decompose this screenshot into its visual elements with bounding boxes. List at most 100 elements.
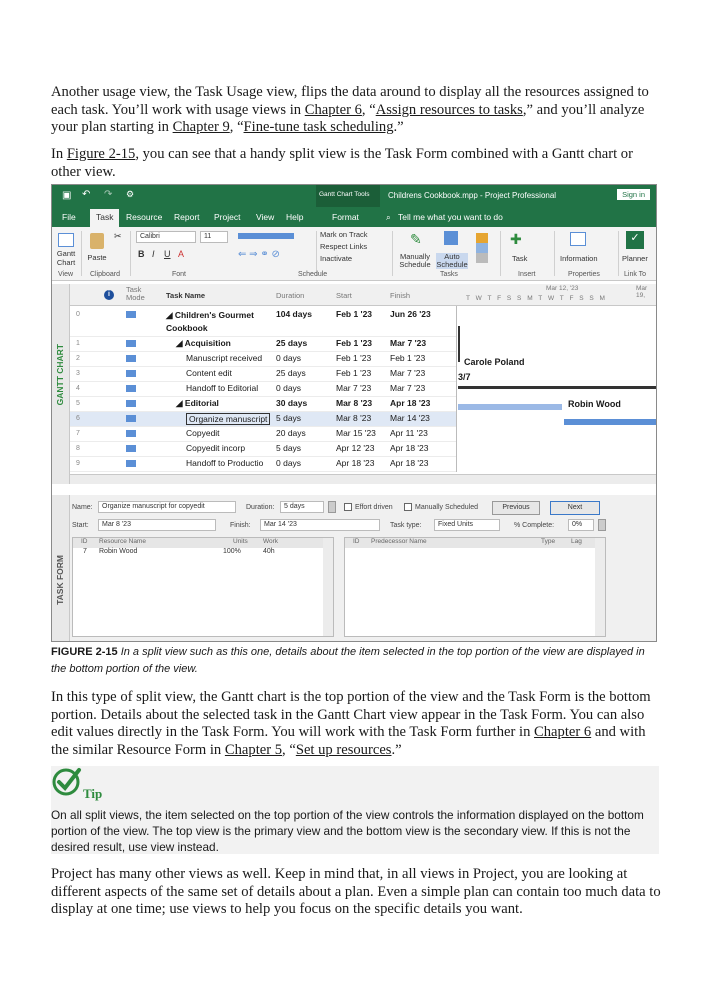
task-name[interactable]: Copyedit bbox=[186, 428, 220, 438]
task-duration[interactable]: 30 days bbox=[276, 398, 307, 408]
task-finish[interactable]: Mar 14 '23 bbox=[390, 413, 430, 423]
respect-links-button[interactable]: Respect Links bbox=[320, 242, 367, 251]
cut-icon[interactable]: ✂ bbox=[114, 231, 122, 242]
task-name[interactable]: Handoff to Productio bbox=[186, 458, 263, 468]
task-finish[interactable]: Mar 7 '23 bbox=[390, 383, 425, 393]
task-start[interactable]: Feb 1 '23 bbox=[336, 309, 372, 319]
task-finish[interactable]: Apr 18 '23 bbox=[390, 398, 430, 408]
sign-in-button[interactable]: Sign in bbox=[617, 189, 650, 200]
task-finish[interactable]: Jun 26 '23 bbox=[390, 309, 431, 319]
redo-icon[interactable]: ↷ bbox=[104, 189, 112, 200]
underline-icon[interactable]: U bbox=[164, 249, 171, 259]
link-figure-2-15[interactable]: Figure 2-15 bbox=[67, 146, 136, 162]
next-button[interactable]: Next bbox=[550, 501, 600, 515]
col-finish[interactable]: Finish bbox=[390, 291, 410, 300]
task-name[interactable]: Handoff to Editorial bbox=[186, 383, 258, 393]
task-name[interactable]: Organize manuscript bbox=[186, 413, 271, 425]
task-start[interactable]: Mar 7 '23 bbox=[336, 383, 371, 393]
italic-icon[interactable]: I bbox=[152, 249, 155, 259]
col-task-name[interactable]: Task Name bbox=[166, 291, 205, 300]
mark-on-track-button[interactable]: Mark on Track bbox=[320, 230, 368, 239]
tell-me-box[interactable]: Tell me what you want to do bbox=[398, 212, 503, 222]
task-start[interactable]: Feb 1 '23 bbox=[336, 338, 372, 348]
task-finish[interactable]: Feb 1 '23 bbox=[390, 353, 425, 363]
task-duration[interactable]: 5 days bbox=[276, 443, 301, 453]
task-duration[interactable]: 0 days bbox=[276, 383, 301, 393]
task-name[interactable]: ◢ Acquisition bbox=[176, 338, 231, 349]
font-color-icon[interactable]: A bbox=[178, 249, 184, 259]
horizontal-scrollbar[interactable] bbox=[70, 474, 656, 484]
task-start[interactable]: Feb 1 '23 bbox=[336, 353, 371, 363]
task-type-select[interactable]: Fixed Units bbox=[434, 519, 500, 531]
task-start[interactable]: Mar 8 '23 bbox=[336, 398, 372, 408]
tab-task[interactable]: Task bbox=[90, 209, 120, 227]
task-finish[interactable]: Apr 18 '23 bbox=[390, 458, 428, 468]
task-start[interactable]: Apr 18 '23 bbox=[336, 458, 374, 468]
task-mode-icons[interactable] bbox=[476, 233, 488, 263]
task-duration[interactable]: 0 days bbox=[276, 353, 301, 363]
task-start[interactable]: Mar 15 '23 bbox=[336, 428, 376, 438]
table-row[interactable]: 0 ◢ Children's Gourmet Cookbook 104 days Fe… bbox=[70, 308, 456, 337]
indent-icons[interactable]: ⇐ ⇒ ⚭ ⊘ bbox=[238, 249, 280, 260]
task-name[interactable]: Manuscript received bbox=[186, 353, 262, 363]
paste-button[interactable]: Paste bbox=[84, 233, 110, 262]
effort-driven-checkbox[interactable] bbox=[344, 503, 352, 511]
predecessor-scrollbar[interactable] bbox=[595, 538, 605, 636]
task-duration[interactable]: 20 days bbox=[276, 428, 306, 438]
task-duration[interactable]: 25 days bbox=[276, 368, 306, 378]
task-start[interactable]: Feb 1 '23 bbox=[336, 368, 371, 378]
task-name[interactable]: Copyedit incorp bbox=[186, 443, 245, 453]
resource-scrollbar[interactable] bbox=[323, 538, 333, 636]
save-icon[interactable]: ▣ bbox=[62, 190, 71, 201]
table-row[interactable]: 3 Content edit 25 days Feb 1 '23 Mar 7 '23 bbox=[70, 367, 456, 382]
task-finish[interactable]: Mar 7 '23 bbox=[390, 338, 426, 348]
table-row[interactable]: 9 Handoff to Productio 0 days Apr 18 '23 Apr… bbox=[70, 457, 456, 472]
manually-scheduled-checkbox[interactable] bbox=[404, 503, 412, 511]
col-start[interactable]: Start bbox=[336, 291, 352, 300]
gantt-chart-button[interactable]: Gantt Chart bbox=[54, 233, 78, 267]
percent-complete-field[interactable]: 0% bbox=[568, 519, 594, 531]
link-chapter-5[interactable]: Chapter 5 bbox=[225, 742, 282, 758]
resource-row[interactable]: 7 Robin Wood 100% 40h bbox=[73, 548, 333, 558]
link-assign-resources[interactable]: Assign resources to tasks bbox=[376, 102, 523, 118]
percent-stepper[interactable] bbox=[598, 519, 606, 531]
name-field[interactable]: Organize manuscript for copyedit bbox=[98, 501, 236, 513]
copyedit-task-bar[interactable] bbox=[564, 419, 656, 425]
tab-report[interactable]: Report bbox=[174, 212, 200, 222]
table-row[interactable]: 8 Copyedit incorp 5 days Apr 12 '23 Apr 18 '… bbox=[70, 442, 456, 457]
table-row[interactable]: 6 Organize manuscript 5 days Mar 8 '23 Mar 1… bbox=[70, 412, 456, 427]
duration-field[interactable]: 5 days bbox=[280, 501, 324, 513]
information-button[interactable]: Information bbox=[560, 254, 598, 263]
task-name[interactable]: Content edit bbox=[186, 368, 232, 378]
tab-view[interactable]: View bbox=[256, 212, 274, 222]
organize-task-bar[interactable] bbox=[458, 404, 562, 410]
font-name-box[interactable]: Calibri bbox=[136, 231, 196, 243]
col-task-mode[interactable]: Task Mode bbox=[126, 286, 154, 302]
task-duration[interactable]: 104 days bbox=[276, 309, 312, 319]
tab-resource[interactable]: Resource bbox=[126, 212, 162, 222]
task-start[interactable]: Mar 8 '23 bbox=[336, 413, 371, 423]
link-chapter-6[interactable]: Chapter 6 bbox=[534, 724, 591, 740]
task-duration[interactable]: 25 days bbox=[276, 338, 307, 348]
col-duration[interactable]: Duration bbox=[276, 291, 304, 300]
tab-file[interactable]: File bbox=[62, 212, 76, 222]
link-chapter-9[interactable]: Chapter 9 bbox=[173, 119, 230, 135]
start-field[interactable]: Mar 8 '23 bbox=[98, 519, 216, 531]
task-finish[interactable]: Mar 7 '23 bbox=[390, 368, 425, 378]
manually-schedule-button[interactable]: Manually Schedule bbox=[398, 253, 432, 269]
tab-help[interactable]: Help bbox=[286, 212, 303, 222]
inactivate-button[interactable]: Inactivate bbox=[320, 254, 352, 263]
bold-icon[interactable]: B bbox=[138, 249, 145, 259]
link-fine-tune[interactable]: Fine-tune task scheduling bbox=[244, 119, 394, 135]
quick-access-icon[interactable]: ⚙ bbox=[126, 189, 134, 200]
tab-format[interactable]: Format bbox=[332, 212, 359, 222]
task-insert-button[interactable]: Task bbox=[512, 254, 527, 263]
font-size-box[interactable]: 11 bbox=[200, 231, 228, 243]
table-row[interactable]: 4 Handoff to Editorial 0 days Mar 7 '23 Mar … bbox=[70, 382, 456, 397]
link-chapter-6[interactable]: Chapter 6 bbox=[305, 102, 362, 118]
task-duration[interactable]: 0 days bbox=[276, 458, 301, 468]
link-set-up-resources[interactable]: Set up resources bbox=[296, 742, 392, 758]
table-row[interactable]: 2 Manuscript received 0 days Feb 1 '23 Feb 1… bbox=[70, 352, 456, 367]
table-row[interactable]: 1 ◢ Acquisition 25 days Feb 1 '23 Mar 7 '23 bbox=[70, 337, 456, 352]
table-row[interactable]: 5 ◢ Editorial 30 days Mar 8 '23 Apr 18 '23 bbox=[70, 397, 456, 412]
